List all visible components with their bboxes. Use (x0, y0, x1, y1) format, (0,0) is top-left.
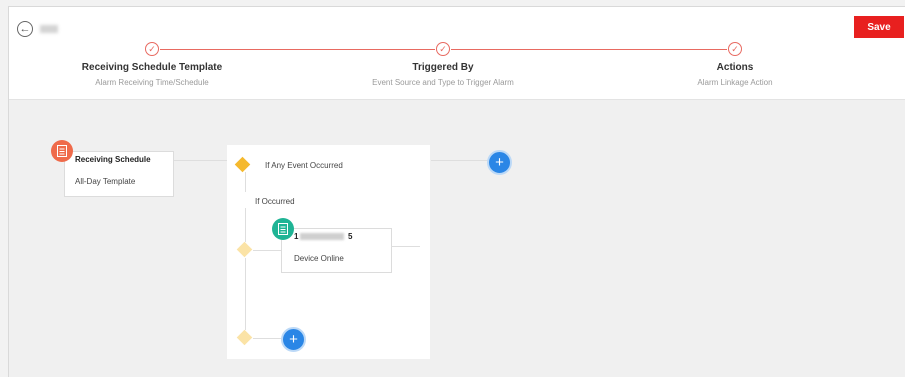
add-condition-button[interactable]: + (281, 327, 306, 352)
add-action-button[interactable]: + (487, 150, 512, 175)
connector-line (253, 338, 283, 339)
schedule-card-title: Receiving Schedule (75, 155, 151, 164)
flow-canvas: Receiving Schedule All-Day Template If A… (1, 1, 905, 377)
connector-line (431, 160, 489, 161)
schedule-card[interactable]: Receiving Schedule All-Day Template (64, 151, 174, 197)
device-doc-icon (272, 218, 294, 240)
connector-line (253, 250, 281, 251)
event-card-title-end: 5 (348, 232, 353, 241)
connector-line (245, 172, 246, 192)
connector-line (172, 160, 235, 161)
event-card-subtitle: Device Online (294, 254, 344, 263)
schedule-card-subtitle: All-Day Template (75, 177, 136, 186)
schedule-doc-icon (51, 140, 73, 162)
event-card[interactable]: 1 5 Device Online (281, 228, 392, 273)
condition-label: If Any Event Occurred (265, 161, 343, 170)
connector-line (245, 258, 246, 330)
connector-line (391, 246, 420, 247)
event-card-title-start: 1 (294, 232, 299, 241)
occurred-label: If Occurred (255, 197, 295, 206)
page-frame: ← Save ✓ ✓ ✓ Receiving Schedule Template… (8, 6, 905, 377)
connector-line (245, 208, 246, 242)
event-card-title-redacted (300, 233, 344, 240)
